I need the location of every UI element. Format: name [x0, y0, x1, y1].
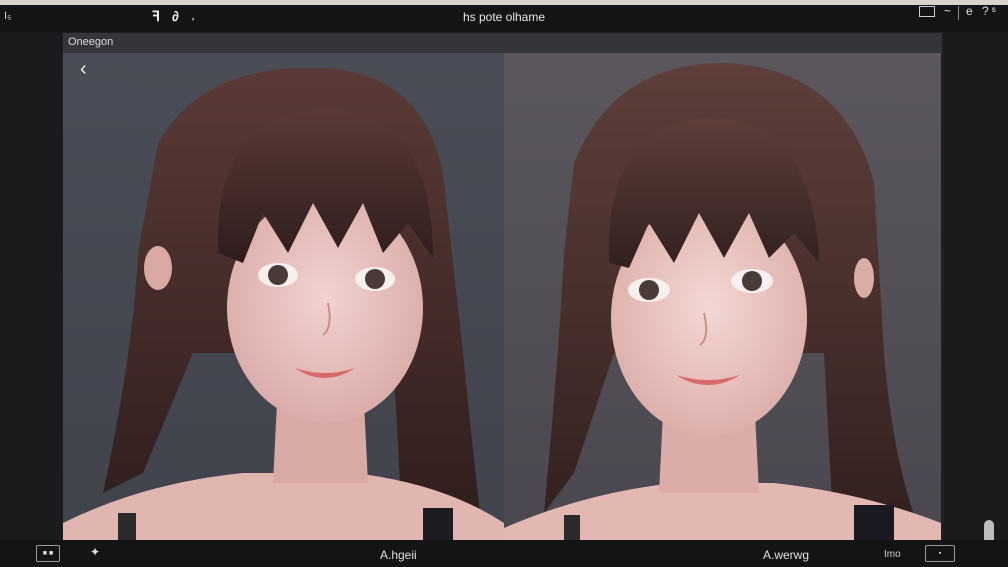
panel-header [63, 33, 942, 53]
titlebar-right-controls[interactable]: e ?ˢ [966, 4, 999, 18]
panel-title: Oneegon [68, 36, 114, 48]
sparkle-icon[interactable]: ✦ [90, 545, 100, 559]
left-side-pane [0, 32, 62, 540]
portrait-image-right [504, 53, 941, 540]
minimize-control[interactable]: ~ [944, 4, 951, 18]
portrait-image-left [63, 53, 504, 540]
title-bar: I₅ ꟻ ∂ ˒ hs pote olhame [0, 5, 1008, 32]
bottom-toolbar [0, 540, 1008, 567]
bottom-right-button[interactable]: ▪ [925, 545, 955, 562]
right-side-pane [944, 32, 1008, 540]
right-image-label: A.werwg [763, 548, 810, 562]
window-title: hs pote olhame [462, 10, 546, 24]
screen-icon[interactable] [919, 6, 935, 17]
bottom-left-button[interactable]: ■ ■ [36, 545, 60, 562]
left-image-label: A.hgeii [380, 548, 417, 562]
back-chevron-icon[interactable]: ‹ [80, 58, 87, 81]
titlebar-divider [958, 6, 959, 20]
bottom-small-text: Imo [884, 549, 901, 560]
